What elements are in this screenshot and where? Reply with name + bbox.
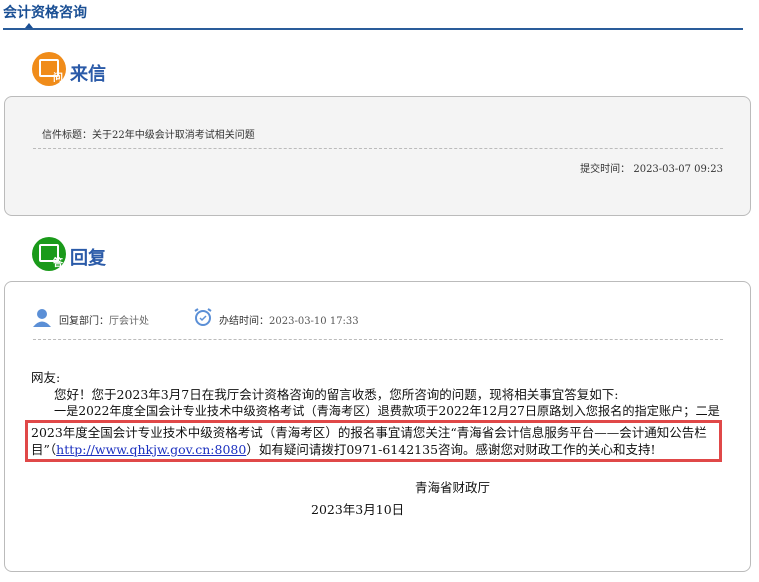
reply-content: 网友: 您好！您于2023年3月7日在我厅会计资格咨询的留言收悉，您所咨询的问题… [25, 369, 731, 462]
letter-box: 信件标题：关于22年中级会计取消考试相关问题 提交时间： 2023-03-07 … [4, 96, 751, 216]
reply-section-title: 回复 [70, 248, 106, 269]
tab-indicator [25, 23, 33, 28]
submit-time-row: 提交时间： 2023-03-07 09:23 [580, 160, 723, 175]
signature: 青海省财政厅 [415, 480, 491, 495]
submit-time: 2023-03-07 09:23 [633, 164, 723, 175]
done-label: 办结时间： [219, 316, 269, 327]
reply-date: 2023年3月10日 [311, 502, 405, 517]
greeting: 网友: [31, 370, 61, 385]
reply-answer-icon: 答 [32, 237, 66, 271]
submit-label: 提交时间： [580, 164, 631, 175]
dept-row: 回复部门：厅会计处 [59, 312, 149, 327]
paragraph-1: 您好！您于2023年3月7日在我厅会计资格咨询的留言收悉，您所咨询的问题，现将相… [54, 387, 619, 402]
divider [3, 28, 743, 30]
subject: 关于22年中级会计取消考试相关问题 [92, 130, 255, 141]
letter-question-icon: 问 [32, 52, 66, 86]
reply-box: 回复部门：厅会计处 办结时间：2023-03-10 17:33 网友: 您好！您… [4, 281, 751, 572]
dotted-divider [33, 148, 723, 149]
letter-section-title: 来信 [70, 64, 106, 85]
user-icon [33, 309, 51, 327]
subject-label: 信件标题： [42, 130, 92, 141]
dept-label: 回复部门： [59, 316, 109, 327]
highlight-box: 2023年度全国会计专业技术中级资格考试（青海考区）的报名事宜请您关注“青海省会… [25, 420, 722, 462]
paragraph-2-line-1: 一是2022年度全国会计专业技术中级资格考试（青海考区）退费款项于2022年12… [54, 404, 720, 418]
page-title: 会计资格咨询 [3, 5, 87, 21]
subject-row: 信件标题：关于22年中级会计取消考试相关问题 [42, 126, 255, 141]
alarm-clock-icon [194, 308, 212, 326]
platform-link[interactable]: http://www.qhkjw.gov.cn:8080 [56, 442, 246, 457]
done-time-row: 办结时间：2023-03-10 17:33 [219, 312, 359, 327]
done-time: 2023-03-10 17:33 [269, 316, 359, 327]
dept: 厅会计处 [109, 316, 149, 327]
dotted-divider [33, 339, 723, 340]
paragraph-2-end: ）如有疑问请拨打0971-6142135咨询。感谢您对财政工作的关心和支持! [246, 442, 656, 457]
